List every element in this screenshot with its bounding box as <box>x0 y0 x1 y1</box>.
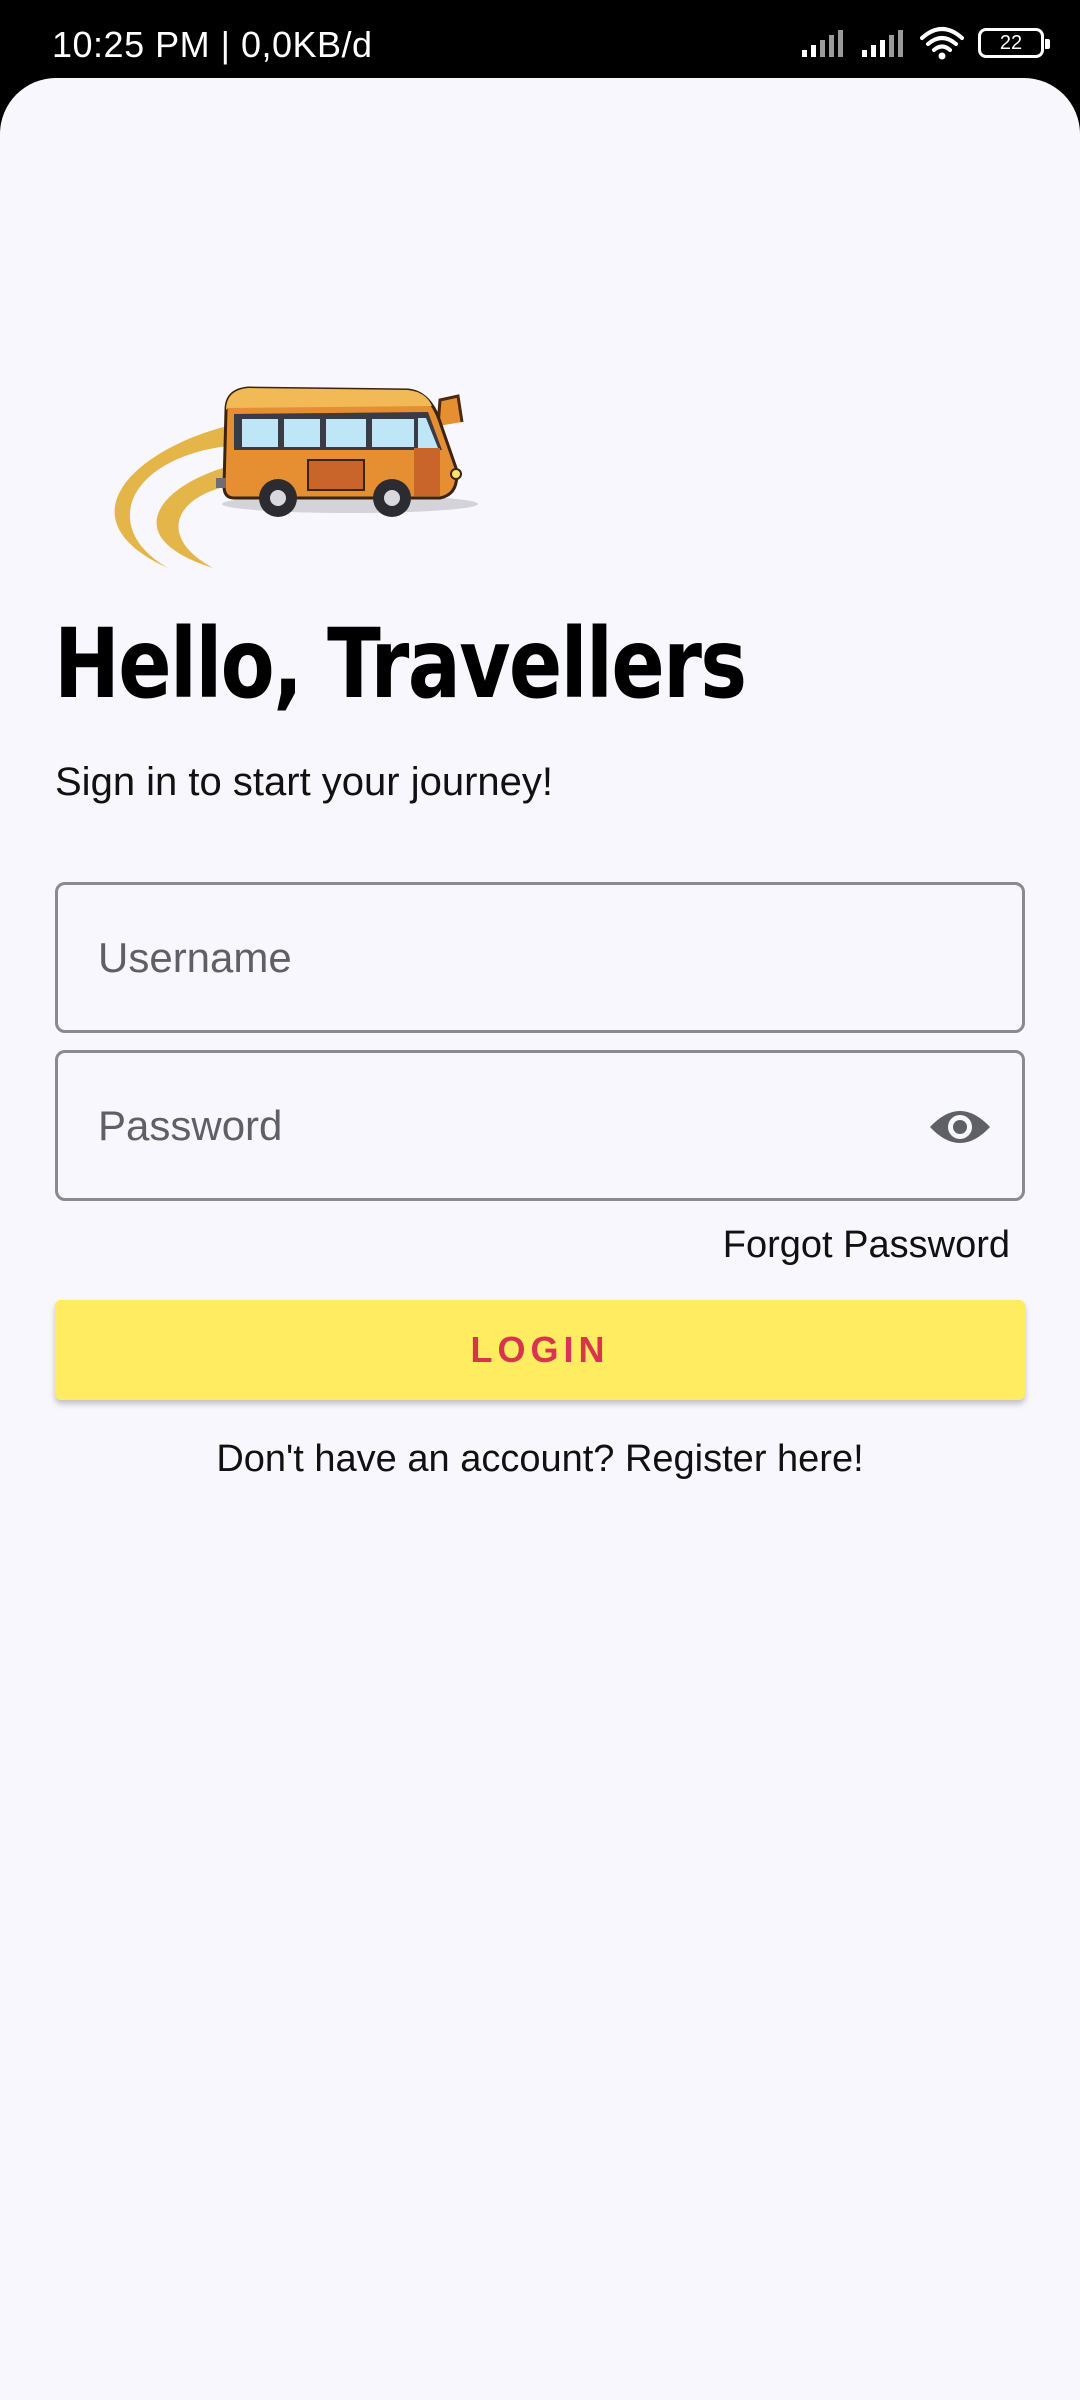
forgot-password-link[interactable]: Forgot Password <box>723 1224 1010 1267</box>
page-title: Hello, Travellers <box>54 608 747 720</box>
password-visibility-toggle[interactable] <box>928 1099 992 1155</box>
page-subtitle: Sign in to start your journey! <box>55 760 554 804</box>
username-input[interactable] <box>58 885 1022 1030</box>
login-button[interactable]: LOGIN <box>55 1300 1025 1400</box>
eye-icon <box>930 1111 990 1143</box>
battery-icon: 22 <box>978 28 1050 58</box>
battery-level: 22 <box>999 31 1023 54</box>
signal-icon <box>862 30 903 57</box>
password-field[interactable] <box>55 1050 1025 1201</box>
signal-icon <box>802 30 843 57</box>
wifi-icon <box>920 27 964 60</box>
status-icons: 22 <box>800 26 1050 60</box>
status-bar: 10:25 PM | 0,0KB/d 22 <box>0 0 1080 80</box>
status-time: 10:25 PM | 0,0KB/d <box>52 24 373 65</box>
username-field[interactable] <box>55 882 1025 1033</box>
login-screen: Hello, Travellers Sign in to start your … <box>0 78 1080 2400</box>
register-link[interactable]: Don't have an account? Register here! <box>0 1438 1080 1481</box>
bus-icon <box>114 386 478 568</box>
password-input[interactable] <box>58 1053 1022 1198</box>
